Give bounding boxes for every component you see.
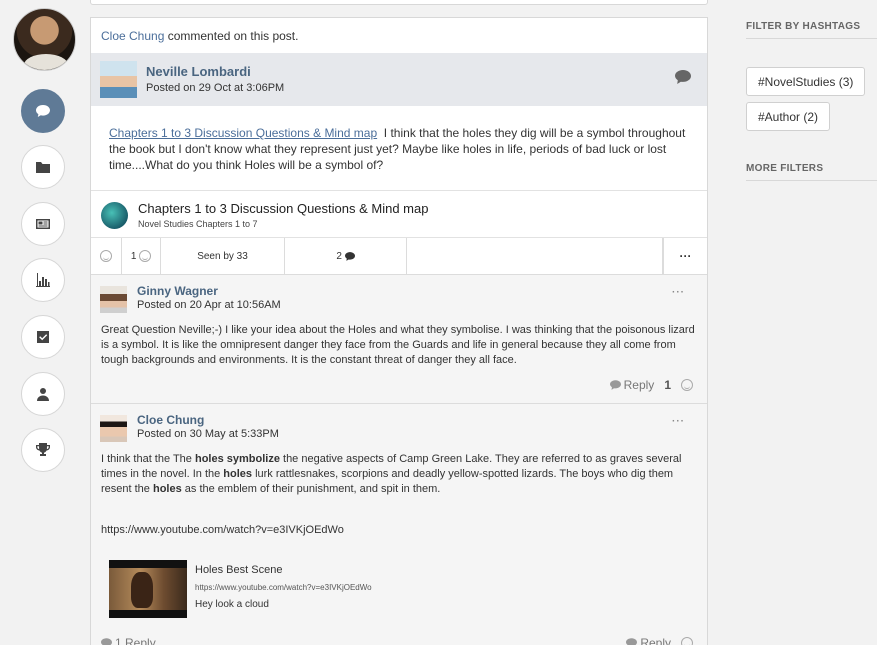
video-url: https://www.youtube.com/watch?v=e3IVKjOE… <box>195 583 372 592</box>
reply-button[interactable]: Reply <box>626 636 671 645</box>
comment-url[interactable]: https://www.youtube.com/watch?v=e3IVKjOE… <box>101 524 344 536</box>
attachment-subtitle: Novel Studies Chapters 1 to 7 <box>138 219 258 229</box>
comment-date: Posted on 30 May at 5:33PM <box>137 428 279 440</box>
reaction-count[interactable]: 1 <box>122 238 161 274</box>
more-filters-heading[interactable]: MORE FILTERS <box>746 163 877 181</box>
video-description: Hey look a cloud <box>195 599 269 610</box>
comment-icon <box>36 105 50 117</box>
rail-reports-button[interactable] <box>21 258 65 302</box>
smile-icon <box>139 250 152 262</box>
attachment-icon <box>101 202 128 229</box>
smile-icon[interactable] <box>681 637 693 645</box>
reply-button[interactable]: Reply <box>609 378 654 392</box>
comment-text: Great Question Neville;-) I like your id… <box>101 324 695 366</box>
trophy-icon <box>36 443 50 456</box>
comment-icon <box>344 251 355 261</box>
feed: Cloe Chung commented on this post. Nevil… <box>90 0 708 645</box>
post-date: Posted on 29 Oct at 3:06PM <box>146 82 285 94</box>
post-actions-bar: 1 Seen by 33 2 ··· <box>91 238 707 275</box>
comment-count[interactable]: 2 <box>285 238 407 274</box>
activity-user-link[interactable]: Cloe Chung <box>101 29 164 43</box>
comment-like-count[interactable]: 1 <box>664 378 671 392</box>
post-card: Cloe Chung commented on this post. Nevil… <box>90 17 708 645</box>
attachment-title[interactable]: Chapters 1 to 3 Discussion Questions & M… <box>138 201 428 216</box>
hashtag-author[interactable]: #Author (2) <box>746 102 831 131</box>
rail-comments-button[interactable] <box>21 89 65 133</box>
left-rail <box>0 0 90 645</box>
comment-icon[interactable] <box>675 70 691 84</box>
comment-item: Ginny Wagner Posted on 20 Apr at 10:56AM… <box>91 275 707 404</box>
post-more-button[interactable]: ··· <box>663 238 707 274</box>
commenter-name[interactable]: Ginny Wagner <box>137 284 218 298</box>
bar-chart-icon <box>36 273 50 287</box>
comment-footer: Reply <box>626 636 693 645</box>
seen-by[interactable]: Seen by 33 <box>161 238 285 274</box>
comment-more-button[interactable]: ··· <box>672 416 685 427</box>
person-icon <box>37 388 49 401</box>
filter-hashtags-heading: FILTER BY HASHTAGS <box>746 21 877 39</box>
activity-line: Cloe Chung commented on this post. <box>91 18 707 53</box>
video-thumbnail[interactable] <box>109 560 187 618</box>
newspaper-icon <box>36 219 50 229</box>
post-body: Chapters 1 to 3 Discussion Questions & M… <box>109 125 699 173</box>
reply-icon <box>626 638 638 645</box>
comment-more-button[interactable]: ··· <box>672 287 685 298</box>
actions-spacer <box>407 238 663 274</box>
post-author-bar: Neville Lombardi Posted on 29 Oct at 3:0… <box>91 53 707 106</box>
replies-count-link[interactable]: 1 Reply <box>101 636 156 645</box>
comment-date: Posted on 20 Apr at 10:56AM <box>137 299 281 311</box>
rail-news-button[interactable] <box>21 202 65 246</box>
react-button[interactable] <box>91 238 122 274</box>
comment-icon <box>101 638 112 645</box>
smile-icon[interactable] <box>681 379 693 391</box>
video-title[interactable]: Holes Best Scene <box>195 564 282 576</box>
author-name[interactable]: Neville Lombardi <box>146 64 251 79</box>
rail-achievements-button[interactable] <box>21 428 65 472</box>
comment-text: I think that the The holes symbolize the… <box>101 453 682 495</box>
smile-icon <box>100 250 112 262</box>
folder-icon <box>36 162 50 173</box>
rail-tasks-button[interactable] <box>21 315 65 359</box>
commenter-name[interactable]: Cloe Chung <box>137 413 204 427</box>
rail-profile-button[interactable] <box>21 372 65 416</box>
commenter-avatar[interactable] <box>100 286 127 313</box>
commenter-avatar[interactable] <box>100 415 127 442</box>
post-attachment-link[interactable]: Chapters 1 to 3 Discussion Questions & M… <box>109 126 377 140</box>
comment-footer: Reply 1 <box>609 378 693 392</box>
checkbox-icon <box>37 331 49 343</box>
hashtag-novelstudies[interactable]: #NovelStudies (3) <box>746 67 866 96</box>
user-avatar[interactable] <box>13 8 76 71</box>
attachment-card[interactable]: Chapters 1 to 3 Discussion Questions & M… <box>91 190 707 238</box>
reply-icon <box>609 380 621 390</box>
author-avatar[interactable] <box>100 61 137 98</box>
rail-folder-button[interactable] <box>21 145 65 189</box>
activity-text: commented on this post. <box>167 29 299 43</box>
right-sidebar: FILTER BY HASHTAGS #NovelStudies (3) #Au… <box>746 0 877 645</box>
previous-post-card <box>90 0 708 5</box>
comment-item: Cloe Chung Posted on 30 May at 5:33PM ··… <box>91 404 707 645</box>
